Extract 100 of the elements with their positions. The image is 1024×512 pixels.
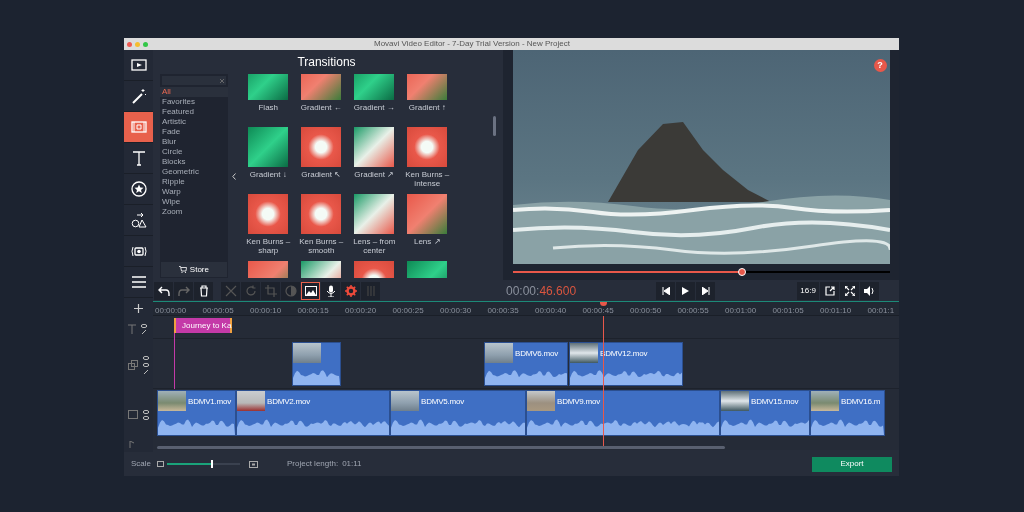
panel-title: Transitions <box>296 54 357 71</box>
toolbar-button[interactable] <box>321 281 340 300</box>
playhead-handle[interactable] <box>738 268 747 276</box>
speaker-icon <box>864 285 876 296</box>
ruler-time: 00:00:50 <box>630 306 662 315</box>
eye-and-link-icon[interactable] <box>141 323 147 335</box>
clip-thumbnail <box>158 391 186 411</box>
fullscreen-button[interactable] <box>840 281 860 300</box>
clip-name: BDMV6.mov <box>515 348 559 360</box>
clear-icon[interactable] <box>219 78 224 83</box>
zoom-out-icon[interactable] <box>157 461 164 467</box>
category-item[interactable]: Warp <box>160 187 228 197</box>
clip-thumbnail <box>391 391 419 411</box>
category-item[interactable]: Wipe <box>160 197 228 207</box>
store-button[interactable]: Store <box>161 262 227 277</box>
star-circle-icon <box>130 181 147 197</box>
music-note-icon <box>128 441 134 449</box>
zoom-in-icon[interactable] <box>249 460 258 468</box>
video-clip[interactable]: BDMV6.mov <box>484 342 568 386</box>
category-item[interactable]: Circle <box>160 147 228 157</box>
volume-button[interactable] <box>860 281 880 300</box>
category-item[interactable]: Ripple <box>160 177 228 187</box>
ruler-time: 00:00:55 <box>677 306 709 315</box>
timecode-frames: 46.600 <box>539 281 577 300</box>
project-length-label: Project length: <box>287 458 339 470</box>
transition-label: Ken Burns – intense <box>404 170 451 188</box>
export-frame-button[interactable] <box>820 281 840 300</box>
video-clip[interactable] <box>292 342 341 386</box>
magic-wand-icon <box>130 88 147 104</box>
eye-and-link-icon[interactable] <box>143 355 149 375</box>
playhead-marker[interactable] <box>600 302 607 306</box>
category-item[interactable]: Blocks <box>160 157 228 167</box>
export-button[interactable]: Export <box>812 456 892 472</box>
scrollbar-thumb[interactable] <box>493 116 497 136</box>
scissors-icon <box>224 284 237 297</box>
search-field[interactable] <box>162 76 226 85</box>
transition-thumbnail[interactable] <box>248 194 289 234</box>
transition-thumbnail[interactable] <box>301 194 342 234</box>
previous-button[interactable] <box>656 281 676 300</box>
play-icon <box>682 286 690 295</box>
video-clip[interactable]: BDMV1.mov <box>157 390 236 436</box>
category-item[interactable]: Featured <box>160 107 228 117</box>
transition-thumbnail[interactable] <box>301 127 342 167</box>
horizontal-scrollbar[interactable] <box>157 446 725 449</box>
category-item[interactable]: Blur <box>160 137 228 147</box>
ruler-time: 00:00:00 <box>155 306 187 315</box>
transition-label: Gradient ↗ <box>353 170 396 181</box>
add-track-icon[interactable] <box>134 303 143 313</box>
text-icon <box>130 150 147 166</box>
video-clip[interactable]: BDMV9.mov <box>526 390 720 436</box>
category-item[interactable]: All <box>160 87 228 97</box>
scale-slider-handle[interactable] <box>211 460 214 468</box>
transition-thumbnail[interactable] <box>248 127 289 167</box>
transition-label: Gradient ← <box>299 103 343 114</box>
crop-icon <box>264 284 277 297</box>
play-button[interactable] <box>676 281 696 300</box>
aspect-ratio-button[interactable]: 16:9 <box>797 281 820 300</box>
ruler-time: 00:01:05 <box>772 306 804 315</box>
cart-icon <box>178 266 187 273</box>
ruler-time: 00:01:1 <box>867 306 895 315</box>
category-item[interactable]: Artistic <box>160 117 228 127</box>
timecode: 00:00: <box>506 282 540 300</box>
category-item[interactable]: Geometric <box>160 167 228 177</box>
scale-label: Scale <box>131 458 152 470</box>
list-icon <box>130 274 147 290</box>
next-button[interactable] <box>696 281 716 300</box>
transition-label: Gradient ↓ <box>248 170 288 181</box>
shapes-icon <box>130 212 147 228</box>
square-arrow-icon <box>824 285 835 296</box>
media-icon <box>130 57 147 73</box>
video-clip[interactable]: BDMV2.mov <box>236 390 390 436</box>
toolbar-button[interactable] <box>301 281 320 300</box>
eye-icon[interactable] <box>143 408 149 420</box>
skip-back-icon <box>661 286 670 295</box>
title-clip[interactable]: Journey to Ka <box>174 318 232 333</box>
transition-thumbnail[interactable] <box>407 194 448 234</box>
video-clip[interactable]: BDMV15.mov <box>720 390 810 436</box>
text-icon <box>128 324 136 334</box>
category-item[interactable]: Zoom <box>160 207 228 217</box>
transition-thumbnail[interactable] <box>407 127 448 167</box>
transition-thumbnail[interactable] <box>354 194 395 234</box>
transition-thumbnail[interactable] <box>354 127 395 167</box>
rotate-icon <box>244 284 257 297</box>
ruler-time: 00:00:35 <box>487 306 519 315</box>
image-icon <box>304 284 317 297</box>
ruler-time: 00:00:05 <box>202 306 234 315</box>
microphone-icon <box>324 284 337 297</box>
ruler-time: 00:00:40 <box>535 306 567 315</box>
fullscreen-icon <box>844 285 855 296</box>
toolbar-button[interactable] <box>194 281 213 300</box>
ruler-time: 00:00:10 <box>250 306 282 315</box>
video-clip[interactable]: BDMV16.m <box>810 390 885 436</box>
video-clip[interactable]: BDMV5.mov <box>390 390 526 436</box>
sidebar-tab[interactable] <box>124 112 153 143</box>
undo-icon <box>157 284 170 297</box>
help-button[interactable]: ? <box>873 59 887 72</box>
category-item[interactable]: Favorites <box>160 97 228 107</box>
toolbar-button[interactable] <box>154 281 173 300</box>
category-item[interactable]: Fade <box>160 127 228 137</box>
project-length: 01:11 <box>342 458 362 470</box>
